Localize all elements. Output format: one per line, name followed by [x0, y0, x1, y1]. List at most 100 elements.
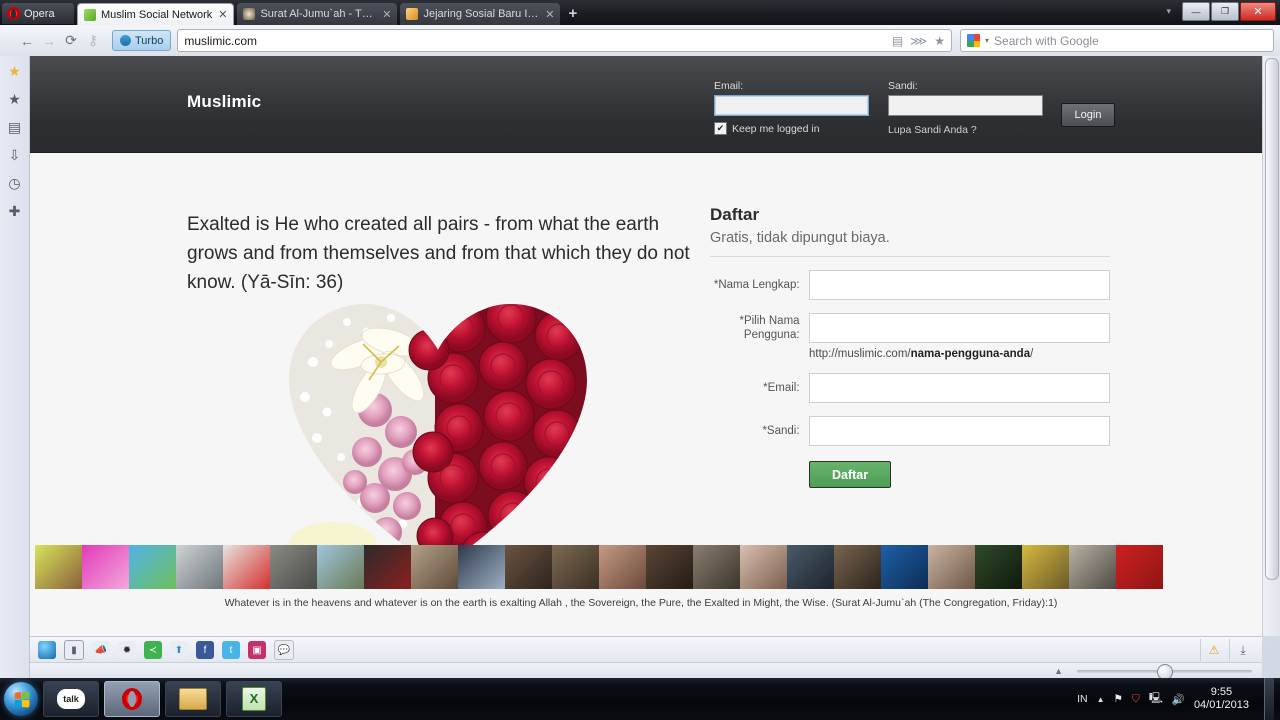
- facebook-icon[interactable]: f: [196, 641, 214, 659]
- taskbar-excel[interactable]: X: [226, 681, 282, 717]
- tab-jejaring-sosial[interactable]: Jejaring Sosial Baru Ind... ✕: [400, 3, 561, 25]
- search-input[interactable]: ▾ Search with Google: [960, 29, 1274, 52]
- thumb-car-white[interactable]: [176, 545, 223, 589]
- username-field[interactable]: [808, 313, 1110, 343]
- add-panel-icon[interactable]: ✚: [9, 204, 21, 218]
- site-brand-logo[interactable]: Muslimic: [187, 92, 261, 112]
- thumb-world-map[interactable]: [129, 545, 176, 589]
- page-scrollbar[interactable]: [1262, 56, 1280, 636]
- window-icon[interactable]: ▮: [64, 640, 84, 660]
- new-tab-button[interactable]: +: [568, 5, 577, 22]
- address-bar-input[interactable]: muslimic.com ▤ ⋙ ★: [177, 29, 952, 52]
- thumb-woman-3[interactable]: [740, 545, 787, 589]
- zoom-expand-icon[interactable]: ▲: [1054, 666, 1063, 676]
- thumb-man-green[interactable]: [975, 545, 1022, 589]
- login-button[interactable]: Login: [1061, 103, 1115, 127]
- security-alert-icon[interactable]: ⛉: [1132, 693, 1140, 706]
- bookmarks-icon[interactable]: ★: [8, 92, 21, 106]
- register-subtitle: Gratis, tidak dipungut biaya.: [710, 230, 890, 246]
- history-icon[interactable]: ◷: [8, 176, 20, 190]
- volume-icon[interactable]: 🔊: [1172, 693, 1185, 706]
- downloads-icon[interactable]: ⇩: [9, 148, 21, 162]
- bug-icon[interactable]: ✹: [118, 641, 136, 659]
- zoom-slider[interactable]: [1077, 664, 1252, 680]
- briefcase-icon[interactable]: ▤: [892, 34, 903, 48]
- thumb-person-2[interactable]: [787, 545, 834, 589]
- download-icon[interactable]: ⤓: [1229, 639, 1256, 661]
- warning-icon[interactable]: ⚠: [1200, 639, 1227, 661]
- upload-icon[interactable]: ⬆: [170, 641, 188, 659]
- close-button[interactable]: ✕: [1240, 2, 1276, 21]
- thumb-allah-calligraphy[interactable]: [881, 545, 928, 589]
- forgot-password-link[interactable]: Lupa Sandi Anda ?: [888, 124, 1043, 136]
- scrollbar-thumb[interactable]: [1265, 58, 1279, 580]
- thumb-building[interactable]: [317, 545, 364, 589]
- thumb-boys-yellow[interactable]: [1022, 545, 1069, 589]
- opera-turbo-button[interactable]: Turbo: [112, 30, 172, 51]
- thumb-indoor-1[interactable]: [552, 545, 599, 589]
- share-icon[interactable]: ≺: [144, 641, 162, 659]
- clock[interactable]: 9:55 04/01/2013: [1194, 686, 1249, 712]
- network-icon[interactable]: 🖳: [1149, 690, 1163, 708]
- thumb-man-red-bg[interactable]: [1116, 545, 1163, 589]
- globe-icon[interactable]: [38, 641, 56, 659]
- flickr-icon[interactable]: ▣: [248, 641, 266, 659]
- panel-sidebar: ★ ★ ▤ ⇩ ◷ ✚: [0, 56, 30, 686]
- thumb-person-1[interactable]: [411, 545, 458, 589]
- start-button[interactable]: [4, 682, 38, 716]
- keep-logged-in-row[interactable]: ✔ Keep me logged in: [714, 122, 869, 135]
- megaphone-icon[interactable]: 📣: [92, 641, 110, 659]
- back-icon[interactable]: ←: [16, 33, 38, 49]
- thumb-man-2[interactable]: [646, 545, 693, 589]
- security-key-icon[interactable]: ⚷: [82, 32, 104, 49]
- star-icon[interactable]: ★: [934, 34, 945, 48]
- keep-logged-in-checkbox[interactable]: ✔: [714, 122, 727, 135]
- flag-alert-icon[interactable]: ⚑: [1114, 693, 1123, 705]
- search-engine-chevron-icon[interactable]: ▾: [985, 36, 989, 45]
- url-hint-suffix: /: [1030, 348, 1034, 360]
- register-email-field[interactable]: [808, 373, 1110, 403]
- thumb-letter-m-pink[interactable]: [82, 545, 129, 589]
- thumb-man-3[interactable]: [834, 545, 881, 589]
- thumb-no-zina[interactable]: [223, 545, 270, 589]
- chevron-down-icon[interactable]: ▾: [1166, 6, 1171, 17]
- reload-icon[interactable]: ⟳: [60, 32, 82, 49]
- login-password-input[interactable]: [888, 95, 1043, 116]
- thumb-family[interactable]: [1069, 545, 1116, 589]
- comment-icon[interactable]: 💬: [274, 640, 294, 660]
- minimize-button[interactable]: —: [1182, 2, 1210, 21]
- thumb-woman-2[interactable]: [599, 545, 646, 589]
- login-email-input[interactable]: [714, 95, 869, 116]
- rss-icon[interactable]: ⋙: [910, 34, 927, 48]
- google-talk-icon: talk: [57, 689, 85, 709]
- show-desktop-button[interactable]: [1264, 678, 1274, 720]
- tab-close-icon[interactable]: ✕: [218, 8, 227, 21]
- url-text: muslimic.com: [184, 33, 257, 48]
- tab-surat-al-jumuah[interactable]: Surat Al-Jumu`ah - The... ✕: [237, 3, 398, 25]
- thumb-woman-hijab-2[interactable]: [928, 545, 975, 589]
- thumb-woman-hijab-1[interactable]: [458, 545, 505, 589]
- language-indicator[interactable]: IN: [1077, 693, 1088, 705]
- taskbar-google-talk[interactable]: talk: [43, 681, 99, 717]
- register-submit-button[interactable]: Daftar: [809, 461, 891, 488]
- tab-muslim-social-network[interactable]: Muslim Social Network ✕: [77, 3, 235, 25]
- register-password-field[interactable]: [808, 416, 1110, 446]
- tab-close-icon[interactable]: ✕: [545, 8, 554, 21]
- notes-icon[interactable]: ▤: [8, 120, 21, 134]
- opera-menu-button[interactable]: Opera: [2, 3, 74, 24]
- speed-dial-icon[interactable]: ★: [8, 64, 21, 78]
- twitter-icon[interactable]: t: [222, 641, 240, 659]
- taskbar-explorer[interactable]: [165, 681, 221, 717]
- full-name-field[interactable]: [808, 270, 1110, 300]
- tab-favicon: [243, 8, 256, 20]
- thumb-engine-grey[interactable]: [270, 545, 317, 589]
- tray-expand-icon[interactable]: ▲: [1097, 695, 1105, 704]
- restore-button[interactable]: ❐: [1211, 2, 1239, 21]
- thumb-book-cover-dark[interactable]: [364, 545, 411, 589]
- tab-close-icon[interactable]: ✕: [382, 8, 391, 21]
- forward-icon[interactable]: →: [38, 33, 60, 49]
- thumb-man-1[interactable]: [505, 545, 552, 589]
- thumb-group-1[interactable]: [693, 545, 740, 589]
- thumb-person-yellow[interactable]: [35, 545, 82, 589]
- taskbar-opera[interactable]: [104, 681, 160, 717]
